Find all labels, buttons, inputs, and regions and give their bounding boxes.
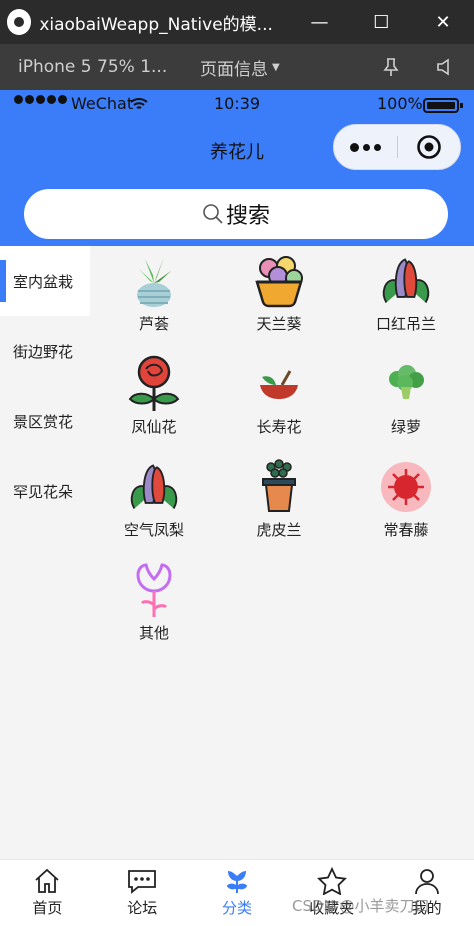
sidebar-item-label: 室内盆栽 (13, 272, 74, 291)
category-flower-icon (226, 871, 248, 893)
caret-down-icon: ▼ (272, 61, 280, 73)
sidebar-item-rare[interactable]: 罕见花朵 (0, 456, 90, 526)
aloe-icon (137, 257, 171, 307)
sidebar-item-roadside[interactable]: 街边野花 (0, 316, 90, 386)
sidebar-item-scenic[interactable]: 景区赏花 (0, 386, 90, 456)
home-icon (35, 868, 59, 893)
tab-profile[interactable]: 我的 (379, 860, 474, 926)
exit-miniprogram-button[interactable] (397, 134, 460, 160)
plant-item-lvluo[interactable]: 绿萝 (342, 349, 470, 449)
battery-percent: 100% (377, 94, 423, 113)
sidebar-item-indoor[interactable]: 室内盆栽 (0, 246, 90, 316)
carrier-label: WeChat (71, 94, 134, 113)
signal-icon (14, 95, 67, 104)
tab-label: 收藏夹 (309, 899, 355, 917)
plant-item-changshou[interactable]: 长寿花 (215, 349, 343, 449)
status-bar: WeChat 10:39 100% (0, 90, 474, 120)
plant-item-snake-plant[interactable]: 虎皮兰 (215, 452, 343, 552)
close-window-button[interactable]: ✕ (412, 0, 474, 44)
simulator-toolbar: iPhone 5 75% 1... 页面信息 ▼ (0, 44, 474, 90)
sidebar-item-label: 街边野花 (13, 342, 74, 361)
sidebar-item-label: 景区赏花 (13, 412, 74, 431)
plant-label: 空气凤梨 (123, 521, 184, 539)
tab-forum[interactable]: 论坛 (95, 860, 190, 926)
plant-label: 常春藤 (383, 521, 429, 539)
tab-label: 分类 (221, 899, 252, 917)
plant-label: 其他 (138, 624, 169, 642)
more-options-button[interactable] (334, 142, 397, 152)
user-icon (414, 869, 439, 895)
plant-item-other[interactable]: 其他 (90, 555, 218, 655)
plant-item-aloe[interactable]: 芦荟 (90, 246, 218, 346)
page-info-label: 页面信息 (200, 59, 268, 80)
sidebar-item-label: 罕见花朵 (13, 482, 74, 501)
plant-label: 口红吊兰 (375, 315, 436, 333)
chat-icon (128, 870, 157, 894)
star-icon (316, 867, 347, 895)
plant-item-tianlankui[interactable]: 天兰葵 (215, 246, 343, 346)
lipstick-plant-icon (382, 258, 430, 303)
plant-label: 虎皮兰 (256, 521, 302, 539)
broccoli-icon (389, 365, 424, 399)
plant-label: 凤仙花 (131, 418, 177, 436)
plant-label: 天兰葵 (256, 315, 302, 333)
flower-basket-icon (255, 256, 303, 308)
tab-label: 我的 (411, 899, 442, 917)
search-input[interactable]: 搜索 (24, 189, 448, 239)
plant-label: 长寿花 (256, 418, 302, 436)
navigation-bar: 养花儿 (0, 120, 474, 178)
plant-item-ivy[interactable]: 常春藤 (342, 452, 470, 552)
window-title: xiaobaiWeapp_Native的模... (39, 14, 273, 35)
snake-plant-icon (262, 459, 296, 512)
plant-label: 绿萝 (390, 418, 421, 436)
tab-home[interactable]: 首页 (0, 860, 95, 926)
capsule-menu (333, 124, 461, 170)
tab-favorites[interactable]: 收藏夹 (284, 860, 379, 926)
minimize-button[interactable]: — (289, 0, 351, 44)
air-plant-icon (130, 464, 178, 509)
phone-screen: WeChat 10:39 100% 养花儿 搜索 室内盆栽 街边野花 景区赏花 … (0, 90, 474, 926)
pin-icon[interactable] (380, 56, 402, 78)
wifi-icon (130, 98, 148, 109)
plant-label: 芦荟 (138, 315, 169, 333)
tab-label: 论坛 (127, 899, 158, 917)
plant-item-air-plant[interactable]: 空气凤梨 (90, 452, 218, 552)
plant-item-lipstick[interactable]: 口红吊兰 (342, 246, 470, 346)
plant-item-fengxian[interactable]: 凤仙花 (90, 349, 218, 449)
window-title-bar: xiaobaiWeapp_Native的模... — ☐ ✕ (0, 0, 474, 44)
maximize-button[interactable]: ☐ (350, 0, 412, 44)
bowl-plant-icon (260, 370, 298, 399)
category-sidebar: 室内盆栽 街边野花 景区赏花 罕见花朵 (0, 246, 90, 526)
search-label: 搜索 (225, 204, 270, 229)
search-icon (203, 204, 223, 224)
tulip-outline-icon (136, 563, 172, 617)
tab-category[interactable]: 分类 (190, 860, 285, 926)
page-info-dropdown[interactable]: 页面信息 ▼ (200, 55, 280, 80)
rose-icon (128, 355, 180, 411)
search-bar-container: 搜索 (0, 178, 474, 246)
ivy-icon (381, 462, 431, 512)
device-selector[interactable]: iPhone 5 75% 1... (18, 57, 168, 77)
target-icon (416, 135, 441, 159)
speaker-icon[interactable] (434, 56, 456, 78)
app-logo-icon (7, 9, 32, 35)
bottom-tab-bar: 首页 论坛 分类 收藏夹 我的 (0, 859, 474, 926)
tab-label: 首页 (32, 899, 63, 917)
clock: 10:39 (214, 94, 261, 113)
battery-icon (423, 98, 463, 113)
